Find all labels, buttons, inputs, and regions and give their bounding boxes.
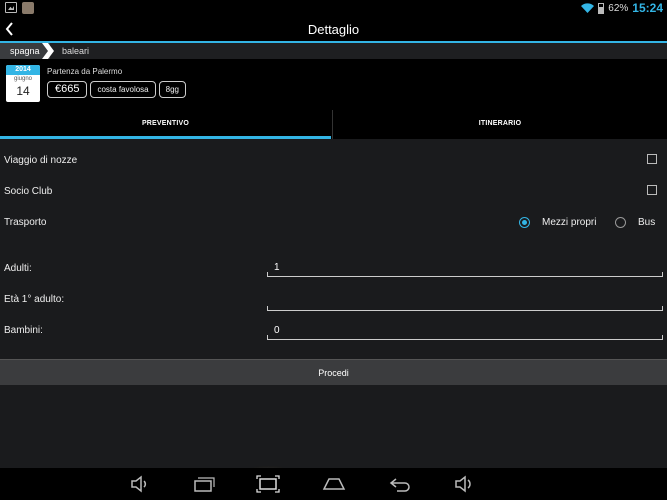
first-adult-age-field[interactable]: [267, 295, 663, 311]
adults-field[interactable]: 1: [267, 261, 663, 277]
clock: 15:24: [632, 1, 663, 15]
navigation-bar: [0, 468, 667, 500]
calendar-month: giugno: [13, 76, 33, 82]
breadcrumb: spagna baleari: [0, 43, 667, 59]
departure-text: Partenza da Palermo: [47, 67, 123, 76]
empty-area: [0, 385, 667, 468]
quote-form: Viaggio di nozze Socio Club Trasporto Me…: [0, 139, 667, 359]
duration-badge: 8gg: [158, 81, 186, 98]
ship-badge: costa favolosa: [90, 81, 156, 98]
children-label: Bambini:: [4, 325, 43, 336]
trip-summary: 2014 giugno 14 Partenza da Palermo €665 …: [0, 59, 667, 105]
transport-radio-own[interactable]: [519, 217, 530, 228]
recent-apps-icon[interactable]: [193, 474, 215, 494]
adults-label: Adulti:: [4, 263, 32, 274]
transport-label: Trasporto: [4, 217, 47, 228]
volume-up-icon[interactable]: [453, 474, 475, 494]
price-badge: €665: [47, 81, 88, 98]
action-bar: Dettaglio: [0, 16, 667, 43]
image-icon: [5, 2, 17, 13]
children-field[interactable]: 0: [267, 324, 663, 340]
honeymoon-checkbox[interactable]: [647, 154, 657, 164]
page-title: Dettaglio: [307, 22, 360, 37]
transport-radio-bus[interactable]: [615, 217, 626, 228]
battery-icon: [598, 2, 605, 14]
tab-preventivo[interactable]: PREVENTIVO: [0, 110, 331, 139]
wifi-icon: [581, 3, 595, 13]
calendar-day: 14: [16, 84, 30, 98]
first-adult-age-label: Età 1° adulto:: [4, 294, 65, 305]
breadcrumb-item-baleari[interactable]: baleari: [62, 43, 89, 59]
battery-percent: 62%: [608, 2, 629, 14]
transport-option-own[interactable]: Mezzi propri: [542, 217, 596, 228]
club-label: Socio Club: [4, 186, 53, 197]
calendar-year: 2014: [6, 65, 40, 75]
screenshot-icon[interactable]: [256, 474, 280, 494]
honeymoon-label: Viaggio di nozze: [4, 155, 78, 166]
back-icon[interactable]: [388, 474, 412, 494]
home-icon[interactable]: [322, 474, 346, 494]
transport-option-bus[interactable]: Bus: [638, 217, 655, 228]
club-checkbox[interactable]: [647, 185, 657, 195]
chevron-right-icon: [42, 43, 54, 59]
calendar-icon: 2014 giugno 14: [6, 65, 40, 102]
avatar-icon: [22, 2, 34, 14]
tab-itinerario[interactable]: ITINERARIO: [332, 110, 667, 139]
volume-down-icon[interactable]: [128, 474, 150, 494]
tab-bar: PREVENTIVO ITINERARIO: [0, 110, 667, 139]
proceed-button[interactable]: Procedi: [0, 359, 667, 385]
status-bar: 62% 15:24: [0, 0, 667, 16]
